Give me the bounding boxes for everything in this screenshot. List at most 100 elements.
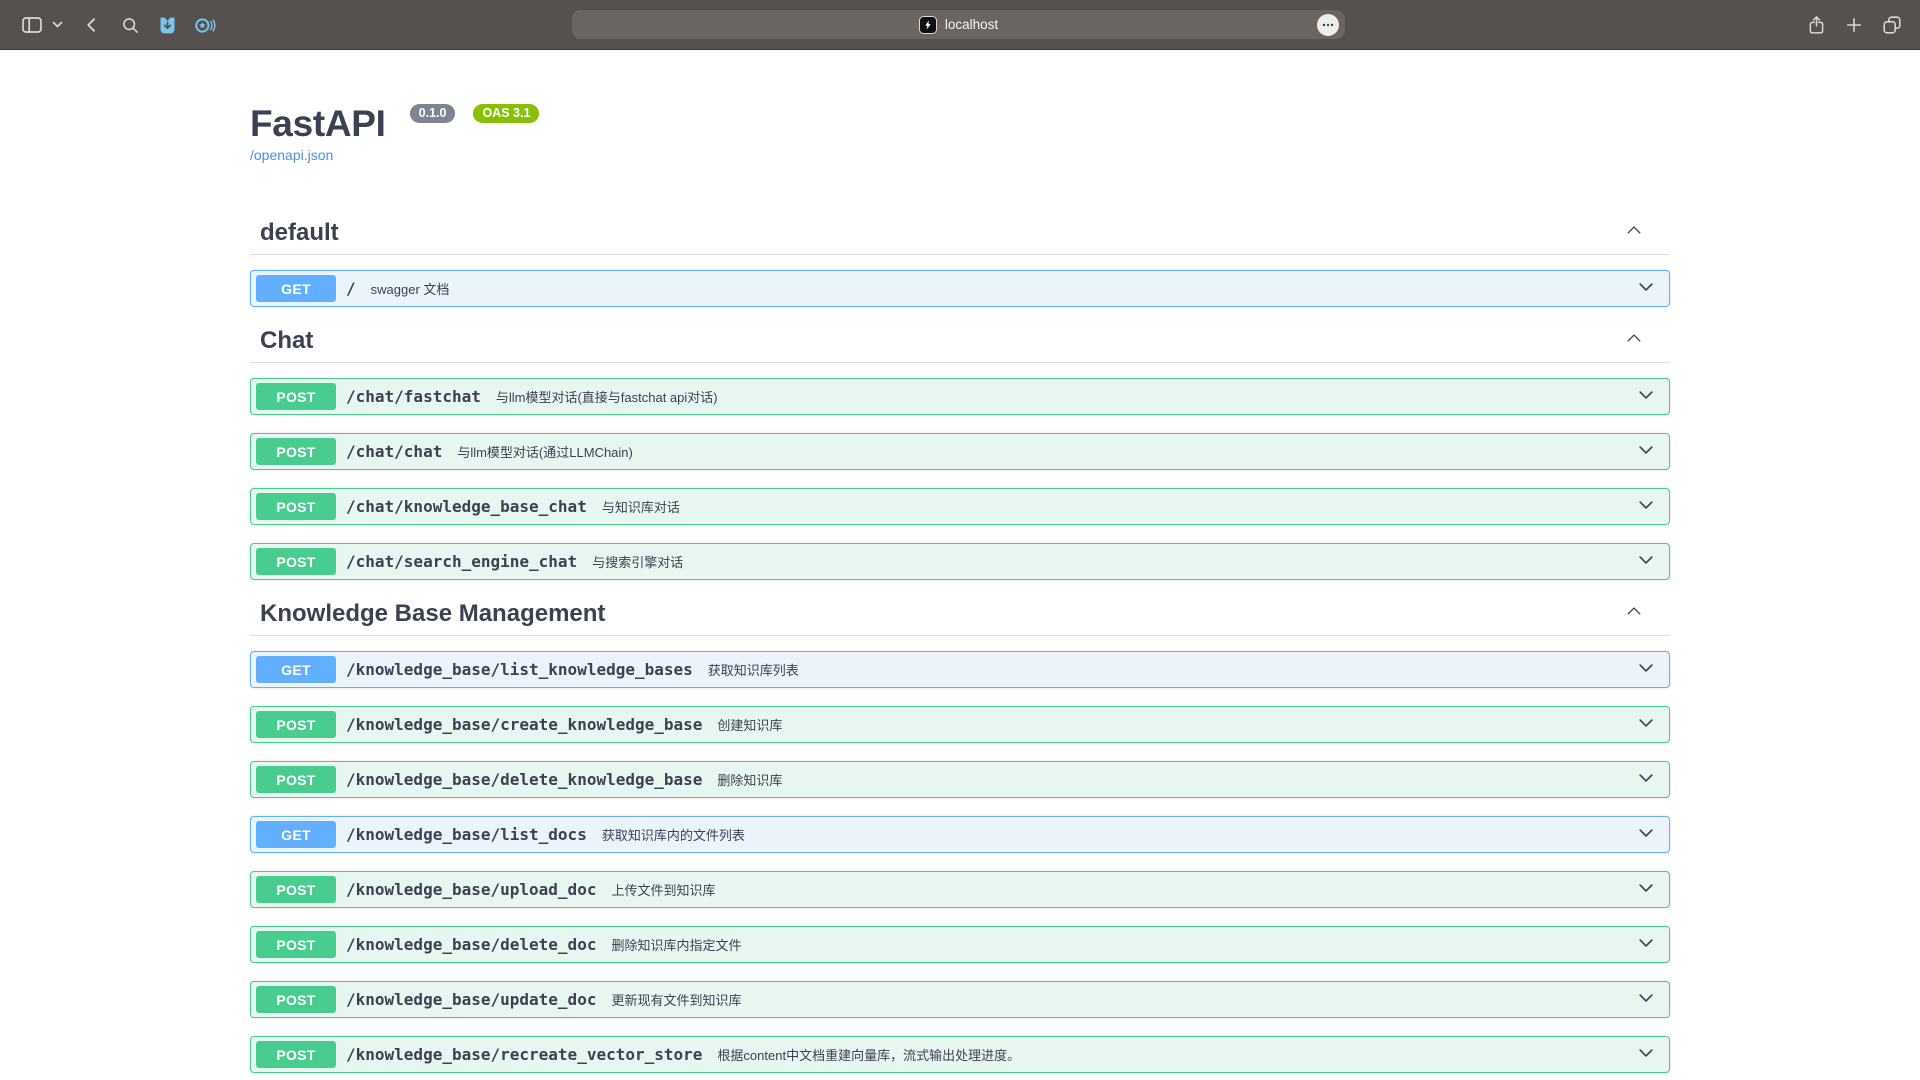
endpoint-row[interactable]: GET / swagger 文档 (250, 270, 1670, 307)
plus-icon (1844, 15, 1864, 35)
section-rows: GET / swagger 文档 (250, 255, 1670, 307)
method-badge: POST (256, 766, 336, 793)
endpoint-path: /knowledge_base/create_knowledge_base (346, 715, 702, 734)
method-badge: POST (256, 931, 336, 958)
endpoint-row[interactable]: POST /knowledge_base/update_doc 更新现有文件到知… (250, 981, 1670, 1018)
endpoint-expand-button[interactable] (1636, 933, 1656, 956)
oas-badge: OAS 3.1 (473, 104, 539, 123)
sidebar-toggle-button[interactable] (18, 0, 46, 50)
endpoint-path: /chat/search_engine_chat (346, 552, 577, 571)
section-title: Knowledge Base Management (260, 598, 605, 630)
search-button[interactable] (118, 0, 142, 50)
address-bar[interactable]: localhost (572, 10, 1345, 39)
tabs-icon (1881, 14, 1903, 36)
chevron-down-icon (1636, 768, 1656, 788)
method-badge: POST (256, 711, 336, 738)
section-header[interactable]: Knowledge Base Management (250, 598, 1670, 636)
endpoint-expand-button[interactable] (1636, 1043, 1656, 1066)
endpoint-expand-button[interactable] (1636, 768, 1656, 791)
star-broadcast-extension-icon (193, 15, 217, 36)
endpoint-summary: 根据content中文档重建向量库，流式输出处理进度。 (717, 1045, 1020, 1064)
method-badge: POST (256, 383, 336, 410)
chevron-down-icon (1636, 658, 1656, 678)
endpoint-path: /knowledge_base/upload_doc (346, 880, 596, 899)
endpoint-row[interactable]: POST /chat/search_engine_chat 与搜索引擎对话 (250, 543, 1670, 580)
chevron-down-icon (1636, 277, 1656, 297)
method-badge: POST (256, 548, 336, 575)
new-tab-button[interactable] (1841, 0, 1867, 50)
lightning-bolt-icon (922, 19, 934, 31)
openapi-spec-link[interactable]: /openapi.json (250, 147, 333, 164)
endpoint-expand-button[interactable] (1636, 550, 1656, 573)
method-badge: POST (256, 986, 336, 1013)
endpoint-summary: 获取知识库内的文件列表 (602, 825, 745, 844)
endpoint-path: /knowledge_base/list_knowledge_bases (346, 660, 693, 679)
endpoint-row[interactable]: POST /knowledge_base/upload_doc 上传文件到知识库 (250, 871, 1670, 908)
endpoint-summary: 删除知识库 (717, 770, 782, 789)
endpoint-summary: 获取知识库列表 (708, 660, 799, 679)
chevron-up-icon (1624, 601, 1644, 621)
chevron-down-icon (52, 21, 63, 29)
endpoint-path: / (346, 279, 356, 298)
endpoint-expand-button[interactable] (1636, 277, 1656, 300)
section-collapse-button[interactable] (1624, 601, 1670, 630)
endpoint-expand-button[interactable] (1636, 713, 1656, 736)
endpoint-expand-button[interactable] (1636, 440, 1656, 463)
chevron-down-icon (1636, 713, 1656, 733)
api-title-text: FastAPI (250, 103, 386, 144)
chevron-down-icon (1636, 1043, 1656, 1063)
section-header[interactable]: default (250, 217, 1670, 255)
chevron-down-icon (1636, 933, 1656, 953)
api-section: default GET / swagger 文档 (250, 217, 1670, 307)
endpoint-expand-button[interactable] (1636, 385, 1656, 408)
method-badge: POST (256, 876, 336, 903)
endpoint-row[interactable]: POST /knowledge_base/create_knowledge_ba… (250, 706, 1670, 743)
endpoint-row[interactable]: GET /knowledge_base/list_docs 获取知识库内的文件列… (250, 816, 1670, 853)
section-rows: POST /chat/fastchat 与llm模型对话(直接与fastchat… (250, 363, 1670, 580)
endpoint-path: /knowledge_base/delete_knowledge_base (346, 770, 702, 789)
back-button[interactable] (80, 0, 104, 50)
method-badge: POST (256, 438, 336, 465)
site-favicon (919, 16, 937, 34)
endpoint-summary: 与llm模型对话(直接与fastchat api对话) (496, 387, 718, 406)
method-badge: GET (256, 821, 336, 848)
sidebar-menu-chevron-button[interactable] (50, 0, 64, 50)
endpoint-path: /chat/fastchat (346, 387, 481, 406)
shield-download-extension-icon (157, 15, 178, 36)
endpoint-summary: 与llm模型对话(通过LLMChain) (457, 442, 633, 461)
endpoint-row[interactable]: POST /chat/knowledge_base_chat 与知识库对话 (250, 488, 1670, 525)
swagger-page: FastAPI 0.1.0 OAS 3.1 /openapi.json defa… (250, 102, 1670, 1073)
browser-toolbar: localhost (0, 0, 1920, 50)
page-title: FastAPI 0.1.0 OAS 3.1 (250, 102, 1670, 146)
endpoint-row[interactable]: POST /chat/fastchat 与llm模型对话(直接与fastchat… (250, 378, 1670, 415)
chevron-down-icon (1636, 385, 1656, 405)
endpoint-row[interactable]: POST /knowledge_base/delete_doc 删除知识库内指定… (250, 926, 1670, 963)
endpoint-expand-button[interactable] (1636, 878, 1656, 901)
endpoint-summary: 与搜索引擎对话 (592, 552, 683, 571)
method-badge: GET (256, 656, 336, 683)
share-button[interactable] (1803, 0, 1829, 50)
extension-broadcast-button[interactable] (192, 0, 218, 50)
section-collapse-button[interactable] (1624, 220, 1670, 249)
endpoint-expand-button[interactable] (1636, 988, 1656, 1011)
endpoint-row[interactable]: POST /chat/chat 与llm模型对话(通过LLMChain) (250, 433, 1670, 470)
share-icon (1806, 14, 1827, 36)
extension-download-button[interactable] (155, 0, 179, 50)
endpoint-row[interactable]: POST /knowledge_base/recreate_vector_sto… (250, 1036, 1670, 1073)
chevron-down-icon (1636, 495, 1656, 515)
section-rows: GET /knowledge_base/list_knowledge_bases… (250, 636, 1670, 1073)
sidebar-icon (20, 13, 44, 37)
endpoint-row[interactable]: POST /knowledge_base/delete_knowledge_ba… (250, 761, 1670, 798)
section-collapse-button[interactable] (1624, 328, 1670, 357)
ellipsis-icon (1322, 23, 1334, 27)
endpoint-expand-button[interactable] (1636, 823, 1656, 846)
section-header[interactable]: Chat (250, 325, 1670, 363)
url-text: localhost (945, 17, 998, 32)
chevron-left-icon (82, 15, 102, 35)
endpoint-expand-button[interactable] (1636, 658, 1656, 681)
endpoint-row[interactable]: GET /knowledge_base/list_knowledge_bases… (250, 651, 1670, 688)
page-more-button[interactable] (1317, 14, 1339, 36)
endpoint-expand-button[interactable] (1636, 495, 1656, 518)
endpoint-path: /knowledge_base/recreate_vector_store (346, 1045, 702, 1064)
tab-overview-button[interactable] (1878, 0, 1906, 50)
